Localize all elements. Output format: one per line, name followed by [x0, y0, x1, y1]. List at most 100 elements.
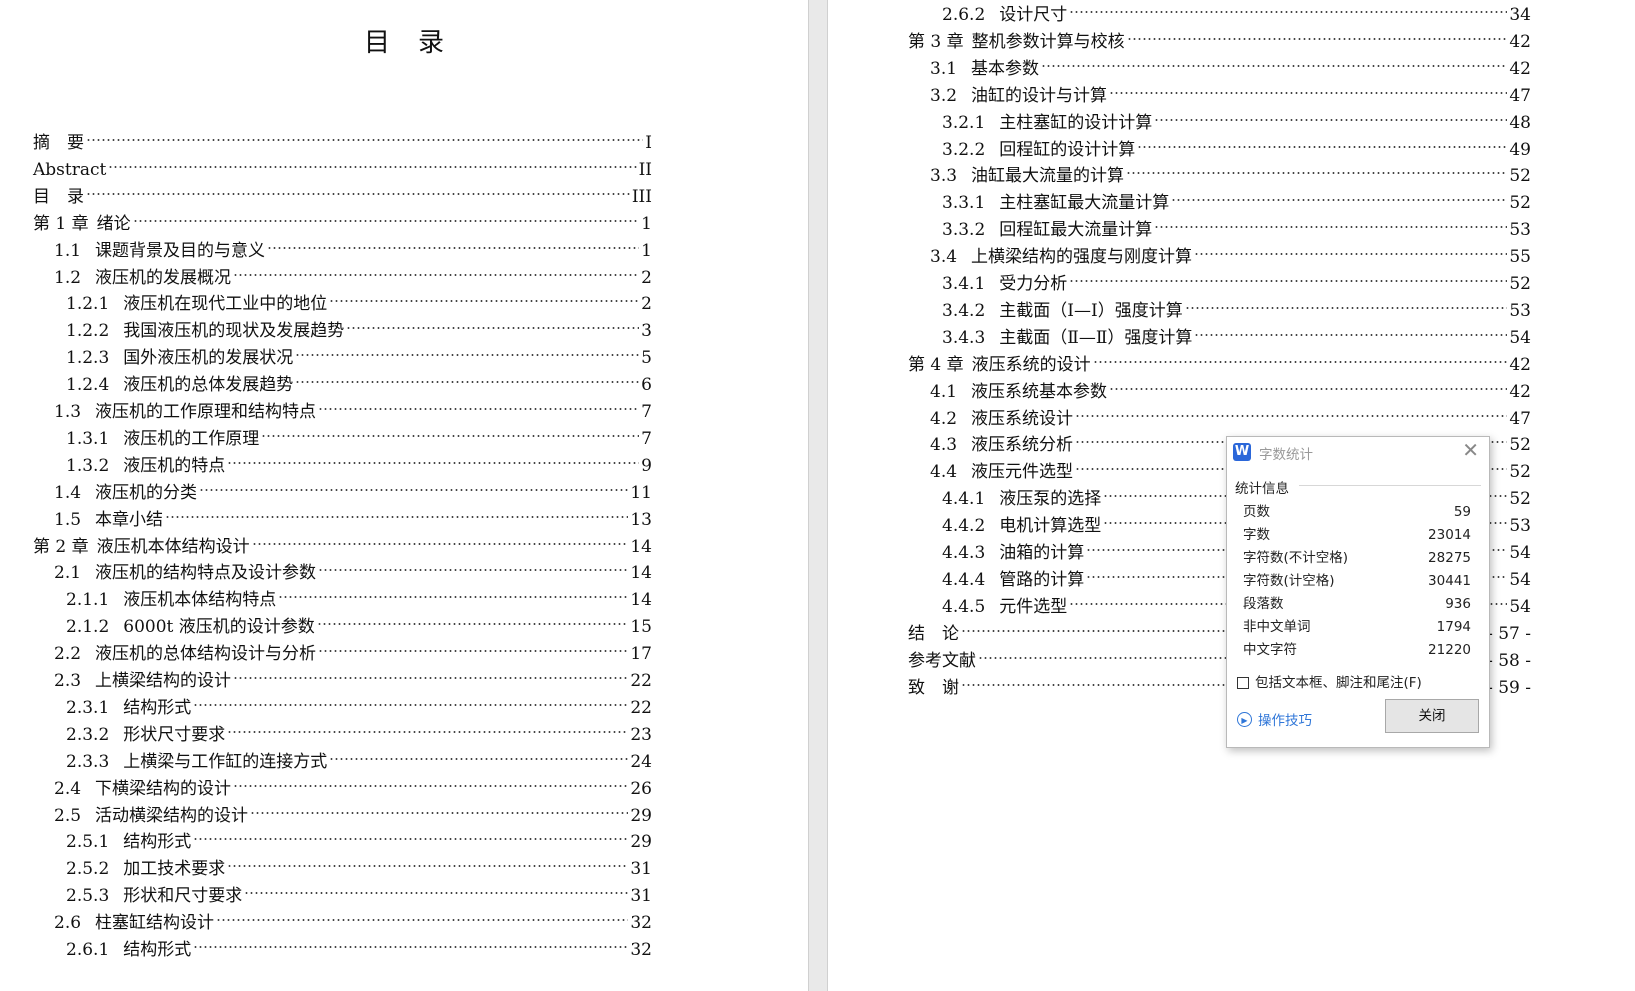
toc-entry[interactable]: 2.3 上横梁结构的设计 22	[54, 658, 652, 691]
toc-entry[interactable]: 2.3.3 上横梁与工作缸的连接方式 24	[66, 738, 652, 772]
stat-label: 字符数(计空格)	[1243, 573, 1335, 589]
toc-entry[interactable]: 2.1.2 6000t 液压机的设计参数 15	[66, 604, 652, 637]
toc-entry[interactable]: 第 3 章整机参数计算与校核 42	[908, 18, 1531, 52]
toc-entry[interactable]: 4.1 液压系统基本参数 42	[930, 368, 1531, 402]
toc-dot-leader	[1194, 234, 1508, 263]
toc-dot-leader	[199, 469, 629, 498]
toc-entry-title: 致 谢	[908, 677, 959, 698]
toc-entry[interactable]: 2.5 活动横梁结构的设计 29	[54, 792, 652, 826]
toc-entry[interactable]: 3.3.1 主柱塞缸最大流量计算 52	[942, 180, 1531, 213]
toc-dot-leader	[316, 604, 629, 633]
toc-entry[interactable]: 2.5.1 结构形式 29	[66, 819, 652, 852]
toc-dot-leader	[132, 200, 640, 229]
toc-dot-leader	[1171, 180, 1508, 209]
toc-dot-leader	[165, 496, 629, 525]
stats-group-label: 统计信息	[1235, 481, 1289, 497]
toc-entry[interactable]: 第 1 章绪论 1	[33, 200, 652, 234]
stat-row: 页数 59	[1241, 501, 1475, 524]
toc-entry[interactable]: 1.2.3 国外液压机的发展状况 5	[66, 335, 652, 368]
toc-entry[interactable]: 2.5.2 加工技术要求 31	[66, 846, 652, 879]
toc-dot-leader	[346, 308, 640, 337]
toc-dot-leader	[108, 146, 637, 175]
toc-entry[interactable]: 2.4 下横梁结构的设计 26	[54, 765, 652, 799]
toc-dot-leader	[1069, 0, 1508, 20]
toc-entry[interactable]: 第 2 章液压机本体结构设计 14	[33, 523, 652, 557]
toc-entry[interactable]: 1.3.2 液压机的特点 9	[66, 442, 652, 476]
stat-value: 21220	[1428, 642, 1471, 658]
stat-row: 非中文单词 1794	[1241, 616, 1475, 639]
play-circle-icon: ▶	[1237, 711, 1252, 727]
stat-label: 中文字符	[1243, 642, 1297, 658]
toc-entry[interactable]: 第 4 章液压系统的设计 42	[908, 341, 1531, 375]
toc-entry[interactable]: 1.3 液压机的工作原理和结构特点 7	[54, 389, 652, 422]
toc-dot-leader	[227, 711, 629, 740]
toc-dot-leader	[193, 819, 629, 848]
toc-entry-number: 2.6.1	[66, 940, 110, 960]
page-gutter	[808, 0, 828, 991]
toc-dot-leader	[1126, 153, 1508, 182]
stats-table: 页数 59 字数 23014 字符数(不计空格) 28275 字符数(计空格) 30441 段落…	[1241, 501, 1475, 662]
toc-dot-leader	[329, 738, 629, 767]
toc-entry[interactable]: 1.1 课题背景及目的与意义 1	[54, 227, 652, 261]
toc-entry[interactable]: 3.1 基本参数 42	[930, 45, 1531, 79]
toc-entry[interactable]: 2.3.1 结构形式 22	[66, 684, 652, 718]
toc-entry[interactable]: 3.4.1 受力分析 52	[942, 261, 1531, 294]
include-textbox-footnotes-label[interactable]: 包括文本框、脚注和尾注(F)	[1255, 673, 1422, 693]
group-divider	[1299, 485, 1481, 486]
toc-entry[interactable]: 3.2.1 主柱塞缸的设计计算 48	[942, 99, 1531, 133]
toc-entry[interactable]: 1.5 本章小结 13	[54, 496, 652, 530]
toc-dot-leader	[318, 389, 640, 417]
toc-entry[interactable]: 1.2.2 我国液压机的现状及发展趋势 3	[66, 308, 652, 341]
toc-entry[interactable]: 3.2.2 回程缸的设计计算 49	[942, 126, 1531, 160]
document-page-left: 目录 摘 要 I Abstract II 目 录 III 第 1 章绪论 1 1.1 课题背景及目…	[0, 0, 808, 991]
toc-entry[interactable]: 4.2 液压系统设计 47	[930, 395, 1531, 429]
toc-dot-leader	[267, 227, 640, 256]
toc-entry[interactable]: 2.6 柱塞缸结构设计 32	[54, 900, 652, 933]
toc-entry[interactable]: 1.2 液压机的发展概况 2	[54, 254, 652, 288]
toc-entry-title: 结构形式	[123, 940, 192, 960]
toc-dot-leader	[86, 120, 644, 148]
toc-entry[interactable]: 2.6.1 结构形式 32	[66, 927, 652, 960]
toc-dot-leader	[251, 523, 629, 552]
toc-entry[interactable]: 3.3 油缸最大流量的计算 52	[930, 153, 1531, 186]
toc-entry[interactable]: 1.2.4 液压机的总体发展趋势 6	[66, 362, 652, 395]
toc-entry[interactable]: 2.6.2 设计尺寸 34	[942, 0, 1531, 25]
toc-entry[interactable]: 2.2 液压机的总体结构设计与分析 17	[54, 631, 652, 664]
toc-entry[interactable]: 摘 要I	[33, 120, 652, 153]
tips-label[interactable]: 操作技巧	[1258, 709, 1312, 729]
toc-entry[interactable]: 2.3.2 形状尺寸要求 23	[66, 711, 652, 745]
dialog-titlebar[interactable]: W 字数统计 ✕	[1227, 437, 1489, 465]
toc-entry[interactable]: 2.1.1 液压机本体结构特点 14	[66, 577, 652, 610]
toc-entry[interactable]: 3.4.2 主截面（Ⅰ—Ⅰ）强度计算 53	[942, 287, 1531, 321]
close-button[interactable]: 关闭	[1385, 699, 1479, 733]
stat-label: 页数	[1243, 504, 1270, 520]
include-textbox-footnotes-checkbox[interactable]	[1237, 677, 1249, 689]
toc-entry[interactable]: Abstract II	[33, 146, 652, 180]
stat-row: 中文字符 21220	[1241, 639, 1475, 662]
toc-entry[interactable]: 2.5.3 形状和尺寸要求 31	[66, 873, 652, 906]
stat-value: 936	[1445, 596, 1471, 612]
toc-dot-leader	[233, 254, 640, 283]
stat-row: 字符数(计空格) 30441	[1241, 570, 1475, 593]
stat-label: 字数	[1243, 527, 1270, 543]
toc-entry[interactable]: 3.3.2 回程缸最大流量计算 53	[942, 207, 1531, 240]
stat-row: 字数 23014	[1241, 524, 1475, 547]
toc-entry[interactable]: 2.1 液压机的结构特点及设计参数 14	[54, 550, 652, 583]
toc-entry-page: 32	[630, 940, 652, 960]
toc-entry[interactable]: 1.4 液压机的分类 11	[54, 469, 652, 503]
toc-dot-leader	[261, 415, 640, 444]
toc-dot-leader	[86, 173, 630, 202]
stat-value: 59	[1453, 504, 1471, 520]
toc-entry[interactable]: 3.4 上横梁结构的强度与刚度计算 55	[930, 234, 1531, 267]
toc-dot-leader	[1109, 368, 1508, 397]
toc-entry[interactable]: 1.3.1 液压机的工作原理 7	[66, 415, 652, 449]
include-textbox-footnotes-option[interactable]: 包括文本框、脚注和尾注(F)	[1237, 673, 1422, 693]
toc-entry[interactable]: 3.2 油缸的设计与计算 47	[930, 72, 1531, 106]
toc-entry[interactable]: 目 录 III	[33, 173, 652, 207]
toc-entry[interactable]: 1.2.1 液压机在现代工业中的地位 2	[66, 281, 652, 314]
toc-dot-leader	[1154, 99, 1508, 128]
toc-entry[interactable]: 3.4.3 主截面（Ⅱ—Ⅱ）强度计算 54	[942, 314, 1531, 348]
tips-link[interactable]: ▶ 操作技巧	[1237, 709, 1312, 729]
close-icon[interactable]: ✕	[1462, 440, 1479, 460]
toc-dot-leader	[244, 873, 629, 902]
